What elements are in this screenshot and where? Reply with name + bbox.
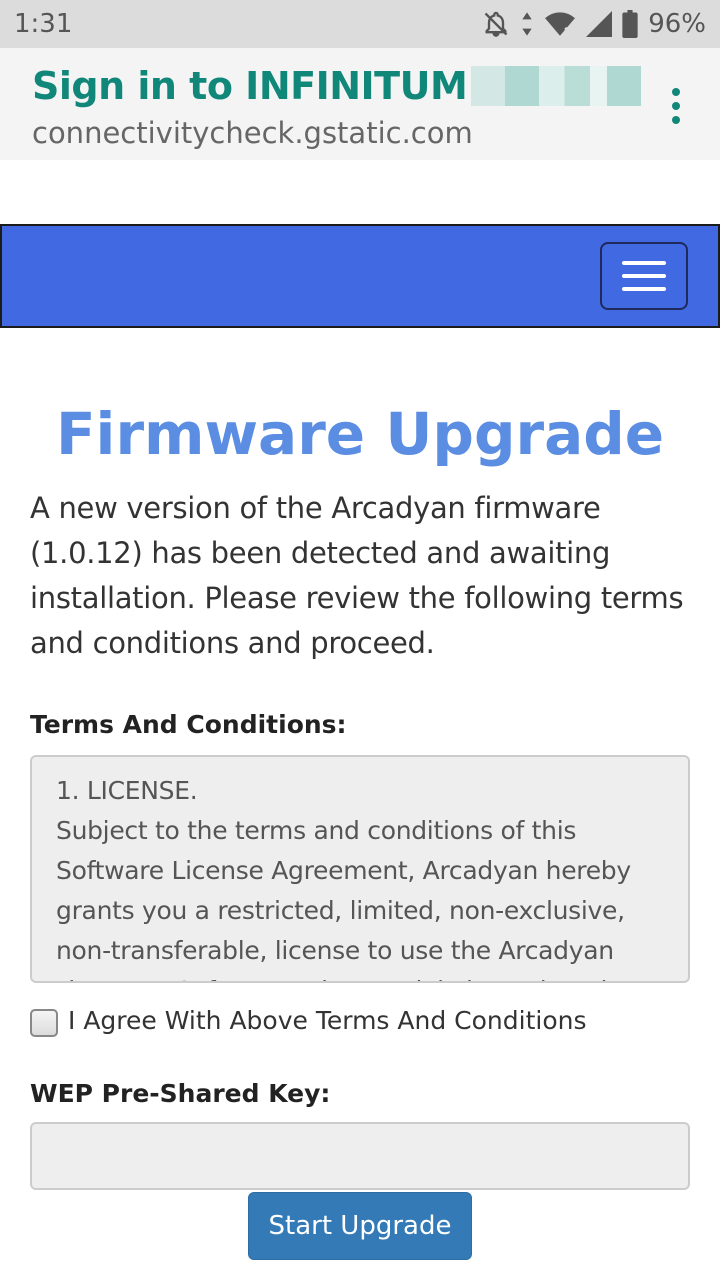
battery-percent: 96% bbox=[648, 9, 706, 39]
redacted-network-name bbox=[471, 66, 642, 106]
app-bar: Sign in to INFINITUM connectivitycheck.g… bbox=[0, 48, 720, 160]
button-wrap: Start Upgrade bbox=[30, 1192, 690, 1260]
cell-signal-icon bbox=[586, 11, 613, 37]
intro-text: A new version of the Arcadyan firmware (… bbox=[30, 491, 684, 660]
overflow-menu-icon[interactable] bbox=[666, 88, 686, 124]
notifications-off-icon bbox=[482, 10, 510, 38]
wep-key-label: WEP Pre-Shared Key: bbox=[30, 1079, 331, 1108]
wifi-icon bbox=[544, 11, 576, 37]
terms-label: Terms And Conditions: bbox=[30, 710, 347, 739]
main-content: Firmware Upgrade A new version of the Ar… bbox=[30, 400, 690, 1260]
status-time: 1:31 bbox=[14, 9, 73, 39]
terms-heading: 1. LICENSE. bbox=[56, 776, 198, 805]
agree-row: I Agree With Above Terms And Conditions bbox=[30, 1003, 690, 1037]
page-title: Firmware Upgrade bbox=[55, 400, 665, 468]
wep-key-input[interactable] bbox=[30, 1122, 690, 1190]
agree-checkbox[interactable] bbox=[30, 1009, 58, 1037]
data-arrows-icon bbox=[520, 10, 534, 38]
hamburger-menu-icon[interactable] bbox=[600, 242, 688, 310]
status-icons: 96% bbox=[482, 9, 706, 39]
start-upgrade-button[interactable]: Start Upgrade bbox=[248, 1192, 472, 1260]
app-title-text: Sign in to INFINITUM bbox=[32, 64, 468, 108]
battery-icon bbox=[622, 10, 638, 38]
status-bar: 1:31 96% bbox=[0, 0, 720, 48]
agree-label[interactable]: I Agree With Above Terms And Conditions bbox=[68, 1006, 586, 1035]
terms-textarea[interactable]: 1. LICENSE. Subject to the terms and con… bbox=[30, 755, 690, 983]
app-title: Sign in to INFINITUM bbox=[32, 64, 688, 108]
terms-body: Subject to the terms and conditions of t… bbox=[56, 816, 638, 981]
navbar bbox=[0, 224, 720, 328]
app-url: connectivitycheck.gstatic.com bbox=[32, 116, 473, 150]
